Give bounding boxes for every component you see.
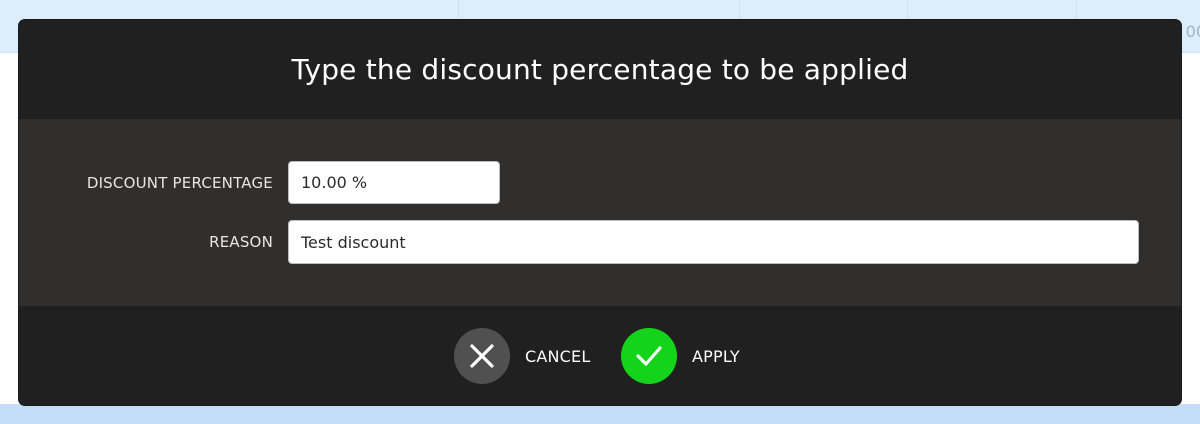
apply-button[interactable]: APPLY xyxy=(621,328,740,384)
background-footer xyxy=(0,404,1200,424)
dialog-header: Type the discount percentage to be appli… xyxy=(19,20,1181,119)
discount-percentage-input[interactable] xyxy=(288,161,500,204)
dialog-footer: CANCEL APPLY xyxy=(19,306,1181,405)
discount-dialog: Type the discount percentage to be appli… xyxy=(19,20,1181,405)
cancel-label[interactable]: CANCEL xyxy=(525,347,590,366)
dialog-title: Type the discount percentage to be appli… xyxy=(291,53,909,86)
close-icon[interactable] xyxy=(454,328,510,384)
apply-label[interactable]: APPLY xyxy=(692,347,740,366)
check-icon[interactable] xyxy=(621,328,677,384)
reason-input[interactable] xyxy=(288,220,1139,264)
background-edge-text: 00 xyxy=(1185,22,1200,41)
cancel-button[interactable]: CANCEL xyxy=(454,328,590,384)
discount-percentage-label: DISCOUNT PERCENTAGE xyxy=(86,174,273,192)
reason-label: REASON xyxy=(209,233,273,251)
dialog-body: DISCOUNT PERCENTAGE REASON xyxy=(19,119,1181,306)
